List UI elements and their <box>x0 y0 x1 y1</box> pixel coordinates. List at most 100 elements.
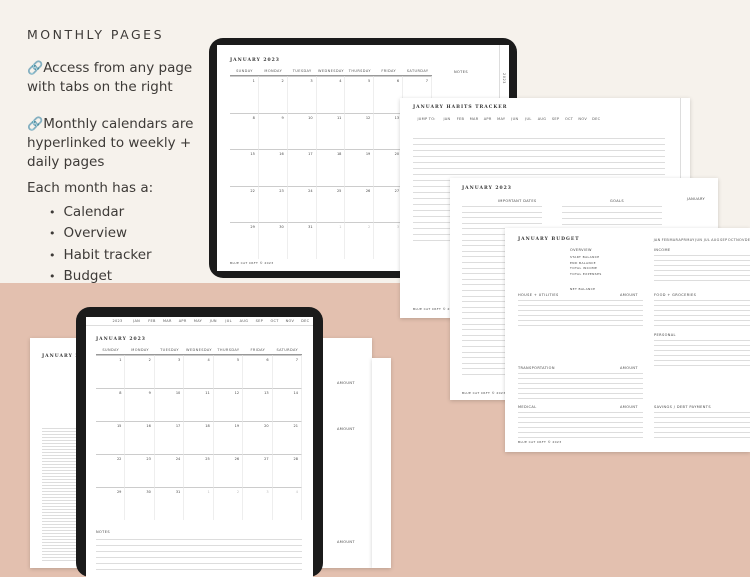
day-cell[interactable]: 10 <box>287 112 317 150</box>
year-tab[interactable]: 2023 <box>86 319 129 325</box>
day-cell[interactable]: 18 <box>316 149 346 186</box>
day-cell[interactable]: 4 <box>316 76 346 113</box>
day-cell[interactable]: 2 <box>125 355 155 388</box>
day-cell[interactable]: 24 <box>287 185 317 223</box>
month-tab[interactable]: OCT <box>562 117 576 121</box>
day-cell[interactable]: 5 <box>345 76 375 113</box>
day-cell[interactable]: 30 <box>125 487 155 520</box>
month-tab[interactable]: SEP <box>720 238 728 242</box>
month-tab[interactable]: SEP <box>252 319 267 325</box>
day-cell[interactable]: 28 <box>272 454 302 487</box>
month-tab[interactable]: JUL <box>703 238 711 242</box>
month-tab[interactable]: FEB <box>454 117 468 121</box>
day-cell[interactable]: 29 <box>96 487 126 520</box>
day-cell[interactable]: 15 <box>96 421 126 454</box>
day-cell[interactable]: 16 <box>125 421 155 454</box>
day-cell[interactable]: 3 <box>154 355 185 388</box>
month-tabs[interactable]: JANFEBMARAPRMAYJUNJULAUGSEPOCTNOVDEC <box>653 238 750 242</box>
month-tab[interactable]: NOV <box>282 319 297 325</box>
day-cell[interactable]: 9 <box>125 388 155 421</box>
day-cell[interactable]: 1 <box>316 222 346 259</box>
day-cell[interactable]: 6 <box>243 355 273 388</box>
month-tab[interactable]: AUG <box>711 238 720 242</box>
day-cell[interactable]: 17 <box>154 421 185 454</box>
day-cell[interactable]: 26 <box>213 454 244 487</box>
month-tab[interactable]: MAR <box>669 238 678 242</box>
day-cell[interactable]: 2 <box>213 487 244 520</box>
day-cell[interactable]: 12 <box>213 388 244 421</box>
day-cell[interactable]: 17 <box>287 149 317 186</box>
day-cell[interactable]: 15 <box>230 149 259 186</box>
month-tab[interactable]: OCT <box>267 319 282 325</box>
month-tab[interactable]: NOV <box>736 238 745 242</box>
month-tab[interactable]: APR <box>175 319 190 325</box>
day-cell[interactable]: 11 <box>184 388 214 421</box>
day-cell[interactable]: 26 <box>345 185 375 223</box>
month-tab[interactable]: AUG <box>236 319 251 325</box>
day-cell[interactable]: 7 <box>272 355 302 388</box>
month-tab[interactable]: OCT <box>728 238 736 242</box>
day-cell[interactable]: 12 <box>345 112 375 150</box>
year-tab[interactable]: 2023 <box>502 73 506 84</box>
day-cell[interactable]: 8 <box>230 112 259 150</box>
day-cell[interactable]: 1 <box>184 487 214 520</box>
jump-to-tabs[interactable]: JUMP TO: JAN FEB MAR APR MAY JUN JUL AUG SEP OCT NO… <box>413 117 603 121</box>
day-cell[interactable]: 23 <box>125 454 155 487</box>
day-cell[interactable]: 22 <box>230 185 259 223</box>
month-tab[interactable]: JAN <box>129 319 144 325</box>
day-cell[interactable]: 1 <box>96 355 126 388</box>
month-tab[interactable]: SEP <box>549 117 563 121</box>
month-tab[interactable]: DEC <box>745 238 750 242</box>
month-tab[interactable]: MAR <box>160 319 175 325</box>
month-tab[interactable]: MAY <box>190 319 205 325</box>
day-cell[interactable]: 4 <box>272 487 302 520</box>
month-tab[interactable]: APR <box>678 238 686 242</box>
month-tab[interactable]: DEC <box>298 319 313 325</box>
month-tab[interactable]: AUG <box>535 117 549 121</box>
day-cell[interactable]: 27 <box>243 454 273 487</box>
day-cell[interactable]: 21 <box>272 421 302 454</box>
month-tab[interactable]: MAY <box>494 117 508 121</box>
month-tab[interactable]: JAN <box>440 117 454 121</box>
day-cell[interactable]: 11 <box>316 112 346 150</box>
day-cell[interactable]: 23 <box>258 185 288 223</box>
day-cell[interactable]: 25 <box>316 185 346 223</box>
day-cell[interactable]: 13 <box>243 388 273 421</box>
day-cell[interactable]: 3 <box>243 487 273 520</box>
day-cell[interactable]: 27 <box>374 185 404 223</box>
month-tab[interactable]: APR <box>481 117 495 121</box>
day-cell[interactable]: 9 <box>258 112 288 150</box>
month-tab[interactable]: FEB <box>661 238 669 242</box>
month-tab[interactable]: JUN <box>206 319 221 325</box>
day-cell[interactable]: 3 <box>374 222 404 259</box>
day-cell[interactable]: 2 <box>345 222 375 259</box>
day-cell[interactable]: 20 <box>374 149 404 186</box>
month-tab[interactable]: MAR <box>467 117 481 121</box>
day-cell[interactable]: 20 <box>243 421 273 454</box>
day-cell[interactable]: 3 <box>287 76 317 113</box>
day-cell[interactable]: 24 <box>154 454 185 487</box>
month-tab[interactable]: NOV <box>576 117 590 121</box>
day-cell[interactable]: 1 <box>230 76 259 113</box>
month-tab[interactable]: MAY <box>686 238 694 242</box>
day-cell[interactable]: 25 <box>184 454 214 487</box>
day-cell[interactable]: 18 <box>184 421 214 454</box>
day-cell[interactable]: 31 <box>287 222 317 259</box>
month-tab[interactable]: JUL <box>221 319 236 325</box>
month-tabs[interactable]: 2023 JAN FEB MAR APR MAY JUN JUL AUG SEP OCT NOV DEC <box>86 319 313 326</box>
day-cell[interactable]: 10 <box>154 388 185 421</box>
day-cell[interactable]: 16 <box>258 149 288 186</box>
day-cell[interactable]: 22 <box>96 454 126 487</box>
month-tab[interactable]: JUL <box>522 117 536 121</box>
day-cell[interactable]: 5 <box>213 355 244 388</box>
day-cell[interactable]: 4 <box>184 355 214 388</box>
day-cell[interactable]: 6 <box>374 76 404 113</box>
month-tab[interactable]: DEC <box>590 117 604 121</box>
day-cell[interactable]: 13 <box>374 112 404 150</box>
month-tab[interactable]: JAN <box>653 238 661 242</box>
day-cell[interactable]: 14 <box>272 388 302 421</box>
day-cell[interactable]: 31 <box>154 487 185 520</box>
day-cell[interactable]: 29 <box>230 222 259 259</box>
day-cell[interactable]: 2 <box>258 76 288 113</box>
month-tab[interactable]: FEB <box>144 319 159 325</box>
